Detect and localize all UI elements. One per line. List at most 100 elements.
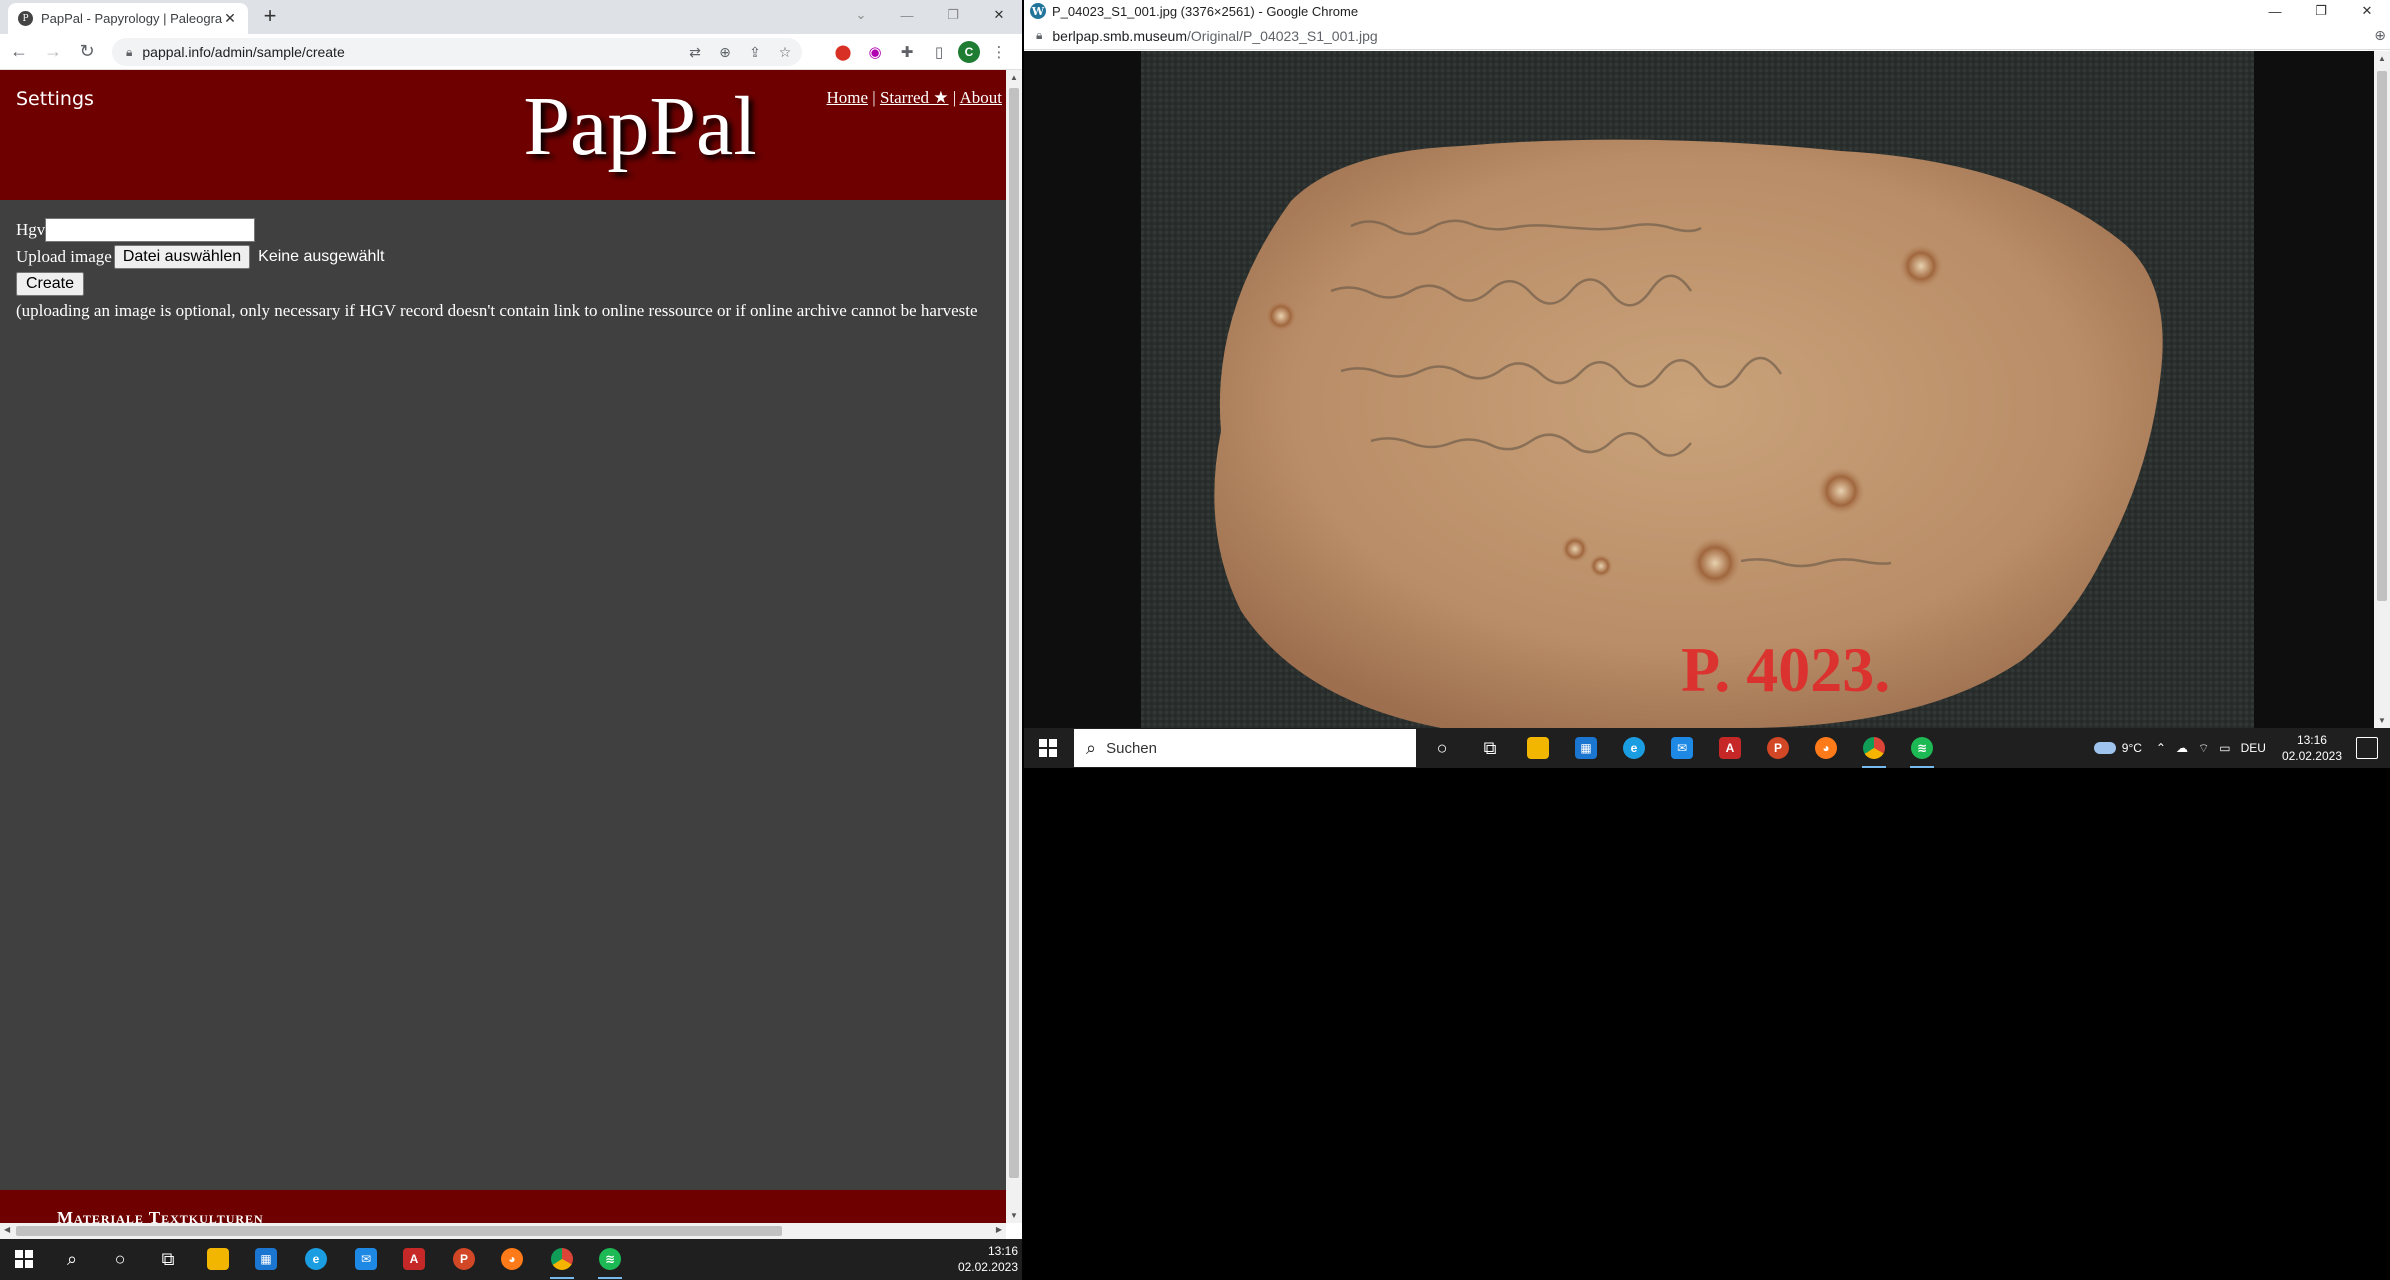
nav-separator: |	[952, 88, 957, 107]
window-title: P_04023_S1_001.jpg (3376×2561) - Google …	[1052, 3, 1359, 19]
show-hidden-icons-chevron-icon[interactable]: ⌃	[2156, 741, 2166, 755]
translate-icon[interactable]: ⇄	[684, 42, 706, 62]
scroll-down-arrow-icon[interactable]: ▼	[1010, 1211, 1018, 1220]
close-tab-icon[interactable]: ✕	[222, 10, 238, 27]
acrobat-reader-icon[interactable]: A	[1716, 734, 1744, 762]
vertical-scrollbar[interactable]: ▲ ▼	[1006, 70, 1022, 1223]
restore-button[interactable]: ❐	[930, 0, 976, 30]
chrome-icon[interactable]	[1860, 734, 1888, 768]
extension-purple-icon[interactable]: ◉	[862, 40, 888, 64]
taskbar-search-box[interactable]: ⌕ Suchen	[1074, 729, 1416, 767]
spotify-icon[interactable]: ≋	[1908, 734, 1936, 768]
firefox-icon[interactable]: ◕	[1812, 734, 1840, 762]
scroll-down-arrow-icon[interactable]: ▼	[2378, 716, 2386, 725]
side-panel-icon[interactable]: ▯	[926, 40, 952, 64]
share-icon[interactable]: ⇪	[744, 42, 766, 62]
forward-button[interactable]: →	[38, 37, 68, 67]
window-controls: — ❐ ✕	[2252, 0, 2390, 22]
minimize-button[interactable]: —	[2252, 0, 2298, 22]
extensions-puzzle-icon[interactable]: ✚	[894, 40, 920, 64]
nav-home-link[interactable]: Home	[826, 88, 868, 107]
clock-date: 02.02.2023	[957, 1260, 1018, 1274]
firefox-icon[interactable]: ◕	[498, 1245, 526, 1273]
battery-icon[interactable]: ▭	[2219, 741, 2230, 755]
vertical-scrollbar[interactable]: ▲ ▼	[2374, 51, 2390, 728]
scrollbar-thumb[interactable]	[1009, 88, 1019, 1178]
window-controls: ⌄ — ❐ ✕	[838, 0, 1022, 30]
zoom-icon[interactable]: ⊕	[2374, 27, 2386, 44]
upload-image-label: Upload image	[16, 246, 112, 266]
task-view-icon[interactable]: ⧉	[154, 1245, 182, 1273]
powerpoint-icon[interactable]: P	[450, 1245, 478, 1273]
zoom-icon[interactable]: ⊕	[714, 42, 736, 62]
close-window-button[interactable]: ✕	[976, 0, 1022, 30]
address-url: pappal.info/admin/sample/create	[142, 44, 345, 60]
scroll-up-arrow-icon[interactable]: ▲	[2378, 54, 2386, 63]
nav-separator: |	[872, 88, 876, 107]
file-explorer-icon[interactable]	[204, 1245, 232, 1273]
new-tab-button[interactable]: +	[258, 5, 282, 29]
back-button[interactable]: ←	[4, 37, 34, 67]
cortana-circle-icon[interactable]: ○	[1428, 734, 1456, 762]
notification-center-icon[interactable]	[2356, 737, 2378, 759]
mail-icon[interactable]: ✉	[1668, 734, 1696, 762]
clock-time: 13:16	[987, 1244, 1018, 1258]
start-windows-icon[interactable]	[10, 1245, 38, 1273]
tab-search-icon[interactable]: ⌄	[838, 0, 884, 30]
wordpress-favicon-icon: W	[1030, 3, 1046, 19]
scroll-left-arrow-icon[interactable]: ◀	[4, 1225, 10, 1234]
edge-browser-icon[interactable]: e	[302, 1245, 330, 1273]
restore-button[interactable]: ❐	[2298, 0, 2344, 22]
pappal-favicon-icon: P	[18, 11, 33, 26]
clock-time: 13:16	[2296, 733, 2327, 747]
input-language[interactable]: DEU	[2241, 741, 2266, 755]
address-bar[interactable]: 🔒︎ pappal.info/admin/sample/create ⇄ ⊕ ⇪…	[112, 38, 802, 66]
powerpoint-icon[interactable]: P	[1764, 734, 1792, 762]
papyrus-fragment-image[interactable]: P. 4023.	[1141, 51, 2254, 728]
horizontal-scrollbar[interactable]: ◀ ▶	[0, 1223, 1006, 1239]
scrollbar-thumb[interactable]	[16, 1226, 782, 1236]
spotify-icon[interactable]: ≋	[596, 1245, 624, 1279]
taskbar-clock[interactable]: 13:16 02.02.2023	[958, 1243, 1018, 1275]
choose-file-button[interactable]: Datei auswählen	[113, 244, 251, 269]
lock-icon[interactable]: 🔒︎	[1036, 28, 1042, 43]
weather-widget[interactable]: 9°C	[2093, 741, 2142, 755]
acrobat-reader-icon[interactable]: A	[400, 1245, 428, 1273]
hgv-input[interactable]	[45, 217, 256, 242]
nav-about-link[interactable]: About	[960, 88, 1003, 107]
start-windows-icon[interactable]	[1034, 734, 1062, 762]
wifi-icon[interactable]: ⌔	[2198, 741, 2209, 756]
menu-kebab-icon[interactable]: ⋮	[986, 40, 1012, 64]
extension-red-icon[interactable]: ⬤	[830, 40, 856, 64]
create-button[interactable]: Create	[16, 271, 85, 296]
nav-starred-link[interactable]: Starred ★	[880, 88, 949, 107]
left-browser-window: P PapPal - Papyrology | Paleograph ✕ + ⌄…	[0, 0, 1022, 1239]
task-view-icon[interactable]: ⧉	[1476, 734, 1504, 762]
chrome-icon[interactable]	[548, 1245, 576, 1279]
secondary-taskbar: ⌕ Suchen ○ ⧉ ▦ e ✉ A P ◕ ≋ 9°C ⌃ ☁ ⌔ ▭ D…	[1024, 728, 2390, 768]
scroll-right-arrow-icon[interactable]: ▶	[996, 1225, 1002, 1234]
microsoft-store-icon[interactable]: ▦	[1572, 734, 1600, 762]
onedrive-icon[interactable]: ☁	[2176, 741, 2188, 755]
profile-avatar[interactable]: C	[958, 41, 980, 63]
window-titlebar: W P_04023_S1_001.jpg (3376×2561) - Googl…	[1024, 0, 2390, 22]
bookmark-star-icon[interactable]: ☆	[774, 42, 796, 62]
taskbar-clock[interactable]: 13:16 02.02.2023	[2282, 732, 2342, 764]
mail-icon[interactable]: ✉	[352, 1245, 380, 1273]
file-explorer-icon[interactable]	[1524, 734, 1552, 762]
scrollbar-thumb[interactable]	[2377, 71, 2387, 601]
browser-tab-pappal[interactable]: P PapPal - Papyrology | Paleograph ✕	[8, 3, 248, 34]
create-sample-form: Hgv Upload image Datei auswählen Keine a…	[16, 216, 978, 324]
no-file-selected-text: Keine ausgewählt	[258, 247, 385, 265]
reload-button[interactable]: ↻	[72, 37, 102, 67]
cortana-circle-icon[interactable]: ○	[106, 1245, 134, 1273]
minimize-button[interactable]: —	[884, 0, 930, 30]
close-window-button[interactable]: ✕	[2344, 0, 2390, 22]
lock-icon[interactable]: 🔒︎	[126, 45, 132, 60]
scroll-up-arrow-icon[interactable]: ▲	[1010, 73, 1018, 82]
edge-browser-icon[interactable]: e	[1620, 734, 1648, 762]
search-icon[interactable]: ⌕	[58, 1245, 86, 1273]
address-bar[interactable]: 🔒︎ berlpap.smb.museum /Original/P_04023_…	[1024, 22, 2390, 50]
microsoft-store-icon[interactable]: ▦	[252, 1245, 280, 1273]
search-placeholder: Suchen	[1106, 739, 1157, 757]
